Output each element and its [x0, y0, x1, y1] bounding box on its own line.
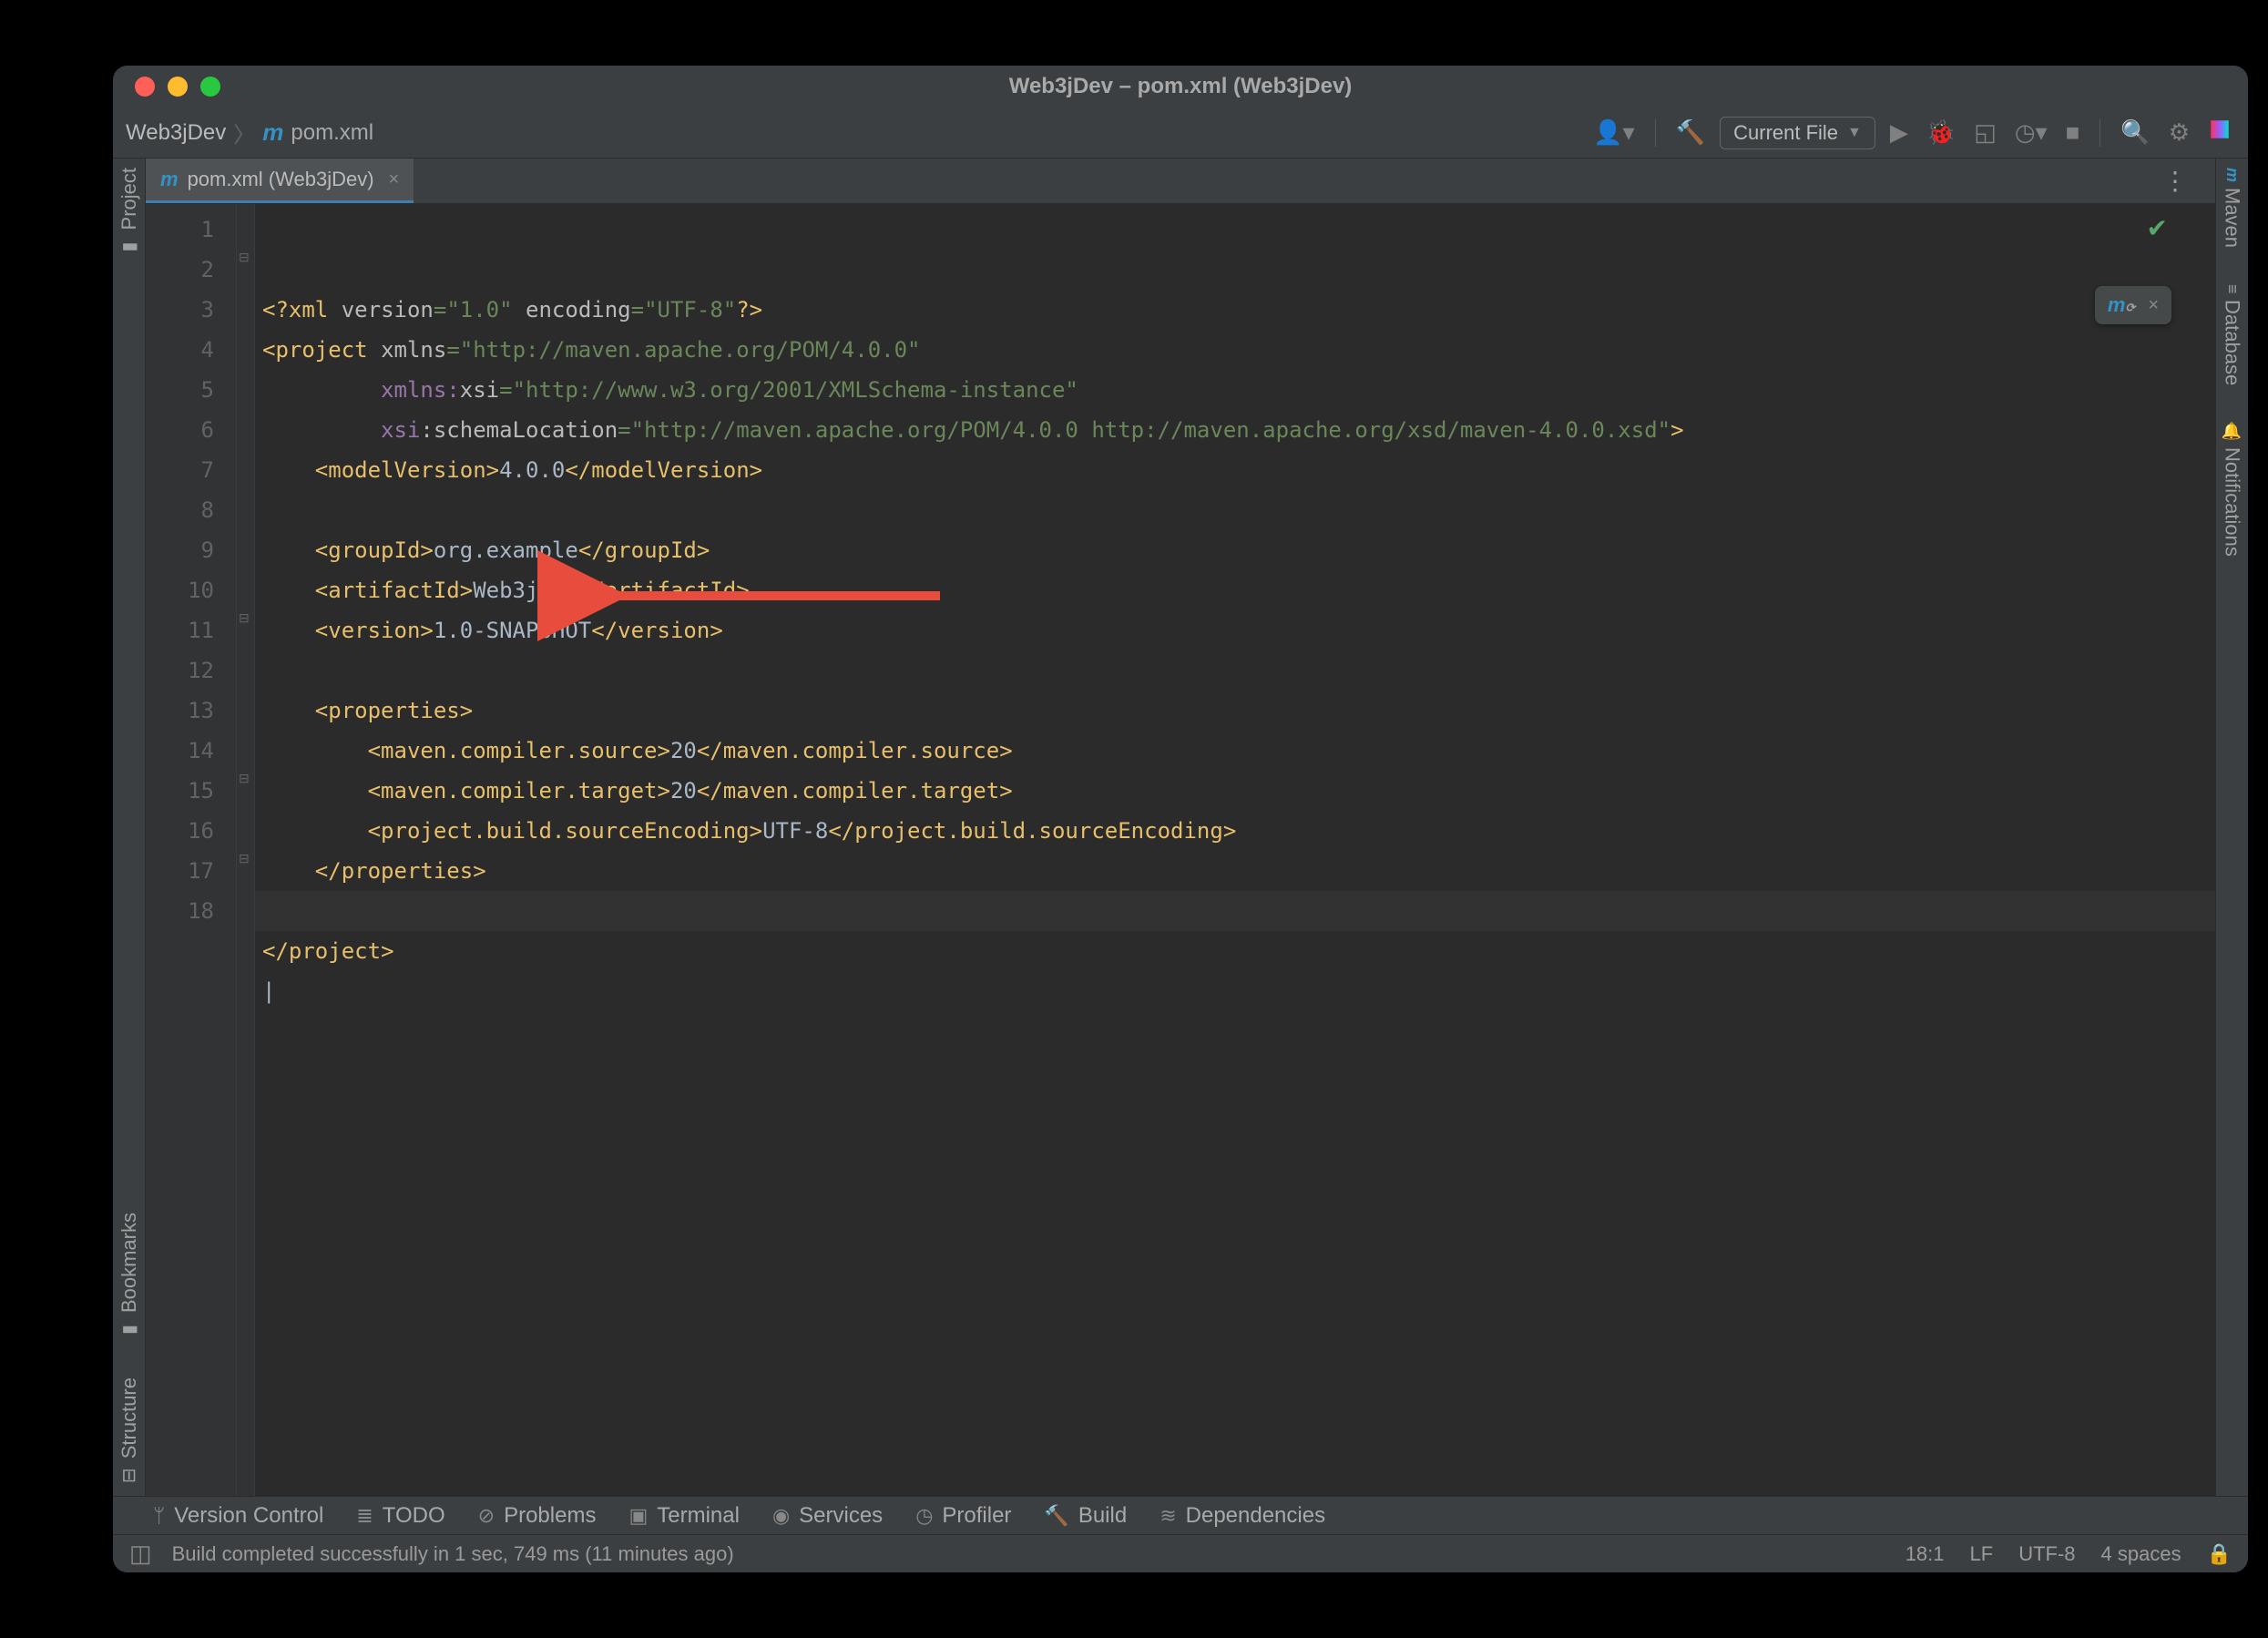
margins-icon[interactable]: ◫ — [129, 1540, 152, 1568]
window-title: Web3jDev – pom.xml (Web3jDev) — [113, 74, 2248, 99]
branch-icon: ᛘ — [153, 1504, 165, 1528]
project-tool-window-button[interactable]: ▮ Project — [117, 159, 141, 267]
code-editor[interactable]: 1 2 3 4 5 6 7 8 9 10 11 12 13 14 15 16 1… — [146, 204, 2215, 1496]
folder-icon: ▮ — [117, 241, 140, 251]
current-line-highlight — [255, 891, 2215, 931]
status-message: Build completed successfully in 1 sec, 7… — [172, 1542, 734, 1566]
jetbrains-icon[interactable] — [2204, 114, 2235, 151]
terminal-icon: ▣ — [628, 1504, 648, 1528]
file-encoding[interactable]: UTF-8 — [2018, 1542, 2075, 1566]
build-tool-window-button[interactable]: 🔨Build — [1044, 1503, 1127, 1529]
dependencies-tool-window-button[interactable]: ≋Dependencies — [1160, 1503, 1325, 1529]
fold-column[interactable]: ⊟ ⊟ ⊟ ⊟ — [237, 204, 255, 1496]
breadcrumb-project[interactable]: Web3jDev — [126, 120, 226, 146]
breadcrumb-separator: 〉 — [233, 117, 255, 148]
maven-file-icon: m — [160, 168, 179, 191]
right-tool-rail: m Maven ≡ Database 🔔 Notifications — [2215, 159, 2248, 1496]
ide-window: Web3jDev – pom.xml (Web3jDev) Web3jDev 〉… — [113, 66, 2248, 1572]
bug-icon[interactable]: 🐞 — [1923, 115, 1959, 150]
bell-icon: 🔔 — [2222, 422, 2242, 442]
bookmark-icon: ▮ — [117, 1325, 140, 1335]
structure-tool-window-button[interactable]: ⊟ Structure — [117, 1368, 141, 1496]
profile-icon[interactable]: ◷▾ — [2011, 115, 2051, 150]
run-icon[interactable]: ▶ — [1886, 115, 1912, 150]
structure-icon: ⊟ — [117, 1468, 140, 1483]
breadcrumb[interactable]: Web3jDev 〉 m pom.xml — [126, 117, 373, 148]
titlebar: Web3jDev – pom.xml (Web3jDev) — [113, 66, 2248, 107]
breadcrumb-file[interactable]: pom.xml — [291, 120, 373, 146]
layers-icon: ≋ — [1160, 1504, 1176, 1528]
close-hint-icon[interactable]: × — [2148, 295, 2159, 316]
inspection-ok-icon[interactable]: ✔ — [2147, 213, 2168, 243]
profiler-icon: ◷ — [915, 1504, 933, 1528]
navigation-bar: Web3jDev 〉 m pom.xml 👤▾ 🔨 Current File ▼… — [113, 107, 2248, 159]
fold-marker-icon[interactable]: ⊟ — [239, 250, 250, 265]
tab-label: pom.xml (Web3jDev) — [188, 168, 374, 191]
code-content[interactable]: <?xml version="1.0" encoding="UTF-8"?> <… — [255, 204, 2215, 1496]
line-separator[interactable]: LF — [1970, 1542, 1994, 1566]
services-tool-window-button[interactable]: ◉Services — [772, 1503, 883, 1529]
database-icon: ≡ — [2222, 284, 2242, 294]
fold-marker-icon[interactable]: ⊟ — [239, 610, 250, 626]
editor-area: m pom.xml (Web3jDev) × ⋮ 1 2 3 4 5 6 7 8… — [146, 159, 2215, 1496]
database-tool-window-button[interactable]: ≡ Database — [2221, 275, 2244, 394]
editor-body: ▮ Project ▮ Bookmarks ⊟ Structure m pom.… — [113, 159, 2248, 1496]
gear-icon[interactable]: ⚙ — [2165, 115, 2193, 150]
close-tab-icon[interactable]: × — [389, 169, 400, 190]
stop-icon[interactable]: ■ — [2062, 115, 2084, 150]
coverage-icon[interactable]: ◱ — [1970, 115, 2000, 150]
maven-reload-hint[interactable]: m⟳ × — [2095, 286, 2171, 324]
search-icon[interactable]: 🔍 — [2117, 115, 2153, 150]
indent-info[interactable]: 4 spaces — [2101, 1542, 2181, 1566]
bookmarks-tool-window-button[interactable]: ▮ Bookmarks — [117, 1203, 141, 1350]
todo-tool-window-button[interactable]: ≣TODO — [356, 1503, 444, 1529]
fold-end-icon[interactable]: ⊟ — [239, 771, 250, 786]
editor-tabs: m pom.xml (Web3jDev) × ⋮ — [146, 159, 2215, 204]
chevron-down-icon: ▼ — [1847, 125, 1862, 141]
tab-more-icon[interactable]: ⋮ — [2153, 166, 2197, 196]
services-icon: ◉ — [772, 1504, 790, 1528]
list-icon: ≣ — [356, 1504, 373, 1528]
profiler-tool-window-button[interactable]: ◷Profiler — [915, 1503, 1011, 1529]
user-icon[interactable]: 👤▾ — [1589, 115, 1638, 150]
maven-tool-window-button[interactable]: m Maven — [2221, 159, 2244, 257]
line-gutter: 1 2 3 4 5 6 7 8 9 10 11 12 13 14 15 16 1… — [146, 204, 237, 1496]
problems-tool-window-button[interactable]: ⊘Problems — [478, 1503, 597, 1529]
toolbar: 👤▾ 🔨 Current File ▼ ▶ 🐞 ◱ ◷▾ ■ 🔍 ⚙ — [1589, 114, 2235, 151]
caret-position[interactable]: 18:1 — [1905, 1542, 1945, 1566]
run-config-label: Current File — [1733, 121, 1838, 145]
fold-end-icon[interactable]: ⊟ — [239, 851, 250, 866]
run-config-dropdown[interactable]: Current File ▼ — [1720, 117, 1875, 149]
status-bar: ◫ Build completed successfully in 1 sec,… — [113, 1534, 2248, 1572]
build-icon[interactable]: 🔨 — [1672, 115, 1709, 150]
vcs-tool-window-button[interactable]: ᛘVersion Control — [153, 1503, 323, 1529]
bottom-tool-bar: ᛘVersion Control ≣TODO ⊘Problems ▣Termin… — [113, 1496, 2248, 1534]
maven-file-icon: m — [262, 118, 283, 147]
terminal-tool-window-button[interactable]: ▣Terminal — [628, 1503, 740, 1529]
readonly-lock-icon[interactable]: 🔒 — [2207, 1542, 2232, 1566]
hammer-icon: 🔨 — [1044, 1504, 1068, 1528]
left-tool-rail: ▮ Project ▮ Bookmarks ⊟ Structure — [113, 159, 146, 1496]
maven-reload-icon[interactable]: m⟳ — [2108, 293, 2135, 317]
warning-icon: ⊘ — [478, 1504, 495, 1528]
toolbar-divider — [1655, 119, 1656, 147]
toolbar-divider-2 — [2099, 119, 2100, 147]
notifications-tool-window-button[interactable]: 🔔 Notifications — [2221, 413, 2244, 566]
editor-tab-pom[interactable]: m pom.xml (Web3jDev) × — [146, 159, 414, 203]
maven-icon: m — [2222, 168, 2242, 182]
